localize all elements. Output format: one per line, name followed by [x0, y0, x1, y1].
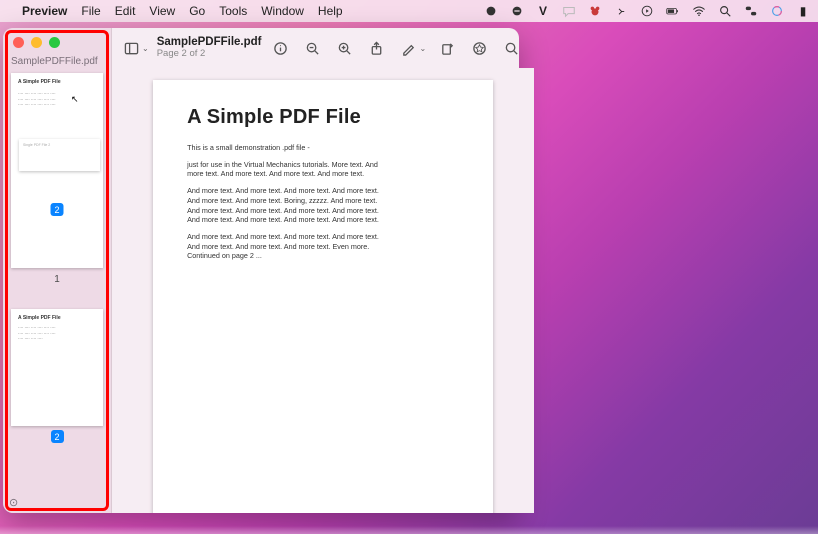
chat-icon[interactable] — [562, 4, 576, 18]
page-heading: A Simple PDF File — [187, 106, 459, 129]
menu-go[interactable]: Go — [189, 4, 205, 18]
bear-icon[interactable] — [588, 4, 602, 18]
page-paragraph: And more text. And more text. And more t… — [187, 232, 387, 261]
sidebar-filename: SamplePDFFile.pdf — [3, 52, 111, 73]
close-window-button[interactable] — [13, 37, 24, 48]
menu-tools[interactable]: Tools — [219, 4, 247, 18]
document-pane: ⌄ SamplePDFFile.pdf Page 2 of 2 ⌄ — [112, 28, 534, 513]
chevron-down-icon[interactable]: ⌄ — [420, 44, 427, 53]
markup-button[interactable] — [398, 37, 420, 59]
menu-help[interactable]: Help — [318, 4, 343, 18]
menu-bar-right: V ᚛ ▮ — [484, 4, 810, 18]
window-toolbar: ⌄ SamplePDFFile.pdf Page 2 of 2 ⌄ — [112, 28, 534, 68]
rotate-button[interactable] — [436, 37, 458, 59]
page-paragraph: This is a small demonstration .pdf file … — [187, 143, 387, 153]
thumbnails-sidebar: SamplePDFFile.pdf A Simple PDF File ····… — [3, 28, 112, 513]
wifi-icon[interactable] — [692, 4, 706, 18]
page-paragraph: just for use in the Virtual Mechanics tu… — [187, 160, 387, 179]
play-circle-icon[interactable] — [640, 4, 654, 18]
thumbnail-list: A Simple PDF File ···· ···· ···· ···· ··… — [3, 73, 111, 451]
zoom-out-button[interactable] — [302, 37, 324, 59]
menu-file[interactable]: File — [81, 4, 100, 18]
pdf-page: A Simple PDF File This is a small demons… — [153, 80, 493, 513]
thumbnail-overlay[interactable]: Single PDF File 2 — [19, 139, 100, 171]
highlight-button[interactable] — [468, 37, 490, 59]
notch-icon: ▮ — [796, 4, 810, 18]
info-button[interactable] — [270, 37, 292, 59]
letter-v-icon[interactable]: V — [536, 4, 550, 18]
share-button[interactable] — [366, 37, 388, 59]
siri-icon[interactable] — [770, 4, 784, 18]
toolbar-actions: ⌄ — [270, 37, 527, 59]
thumbnail-preview: A Simple PDF File ···· ···· ···· ···· ··… — [11, 309, 103, 348]
search-button[interactable] — [500, 37, 522, 59]
thumbnail-item[interactable]: A Simple PDF File ···· ···· ···· ···· ··… — [11, 73, 103, 285]
thumbnail-badge: 2 — [51, 430, 64, 443]
menu-window[interactable]: Window — [261, 4, 304, 18]
zoom-in-button[interactable] — [334, 37, 356, 59]
menu-edit[interactable]: Edit — [115, 4, 136, 18]
record-icon[interactable] — [484, 4, 498, 18]
thumbnail-preview: A Simple PDF File ···· ···· ···· ···· ··… — [11, 73, 103, 114]
sidebar-toggle-icon[interactable] — [120, 37, 142, 59]
view-mode-segment[interactable]: ⌄ — [120, 37, 149, 59]
thumbnail-item[interactable]: A Simple PDF File ···· ···· ···· ···· ··… — [11, 309, 103, 443]
thumbnail-page-1[interactable]: A Simple PDF File ···· ···· ···· ···· ··… — [11, 73, 103, 268]
document-subtitle: Page 2 of 2 — [157, 49, 262, 59]
thumbnail-page-2[interactable]: A Simple PDF File ···· ···· ···· ···· ··… — [11, 309, 103, 426]
page-paragraph: And more text. And more text. And more t… — [187, 186, 387, 225]
title-block: SamplePDFFile.pdf Page 2 of 2 — [157, 36, 262, 59]
thumbnail-page-number: 1 — [11, 274, 103, 285]
menu-bar: Preview File Edit View Go Tools Window H… — [0, 0, 818, 22]
dnd-icon[interactable] — [510, 4, 524, 18]
control-center-icon[interactable] — [744, 4, 758, 18]
document-area[interactable]: A Simple PDF File This is a small demons… — [112, 68, 534, 513]
thumbnail-badge: 2 — [51, 203, 64, 216]
minimize-window-button[interactable] — [31, 37, 42, 48]
preview-window: SamplePDFFile.pdf A Simple PDF File ····… — [3, 28, 519, 513]
app-name[interactable]: Preview — [22, 4, 67, 18]
sidebar-footer-icon[interactable]: ⊙ — [9, 496, 18, 509]
menu-bar-left: Preview File Edit View Go Tools Window H… — [8, 4, 343, 18]
spotlight-icon[interactable] — [718, 4, 732, 18]
zoom-window-button[interactable] — [49, 37, 60, 48]
battery-icon[interactable] — [666, 4, 680, 18]
cursor-arrow-icon: ↖ — [71, 93, 79, 106]
dock-area — [0, 526, 818, 534]
window-controls — [3, 28, 111, 52]
bluetooth-icon[interactable]: ᚛ — [614, 4, 628, 18]
chevron-down-icon[interactable]: ⌄ — [142, 44, 149, 53]
menu-view[interactable]: View — [149, 4, 175, 18]
